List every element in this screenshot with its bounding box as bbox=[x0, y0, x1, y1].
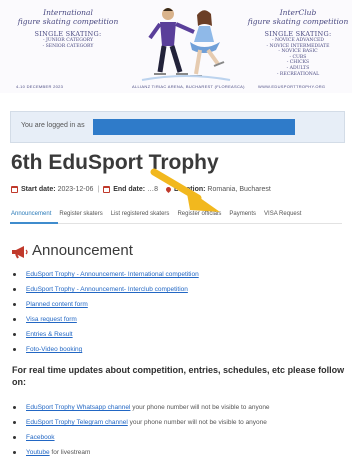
tab-announcement[interactable]: Announcement bbox=[11, 211, 51, 217]
list-item: Visa request form bbox=[12, 312, 199, 327]
list-item: Facebook bbox=[12, 430, 270, 445]
megaphone-icon bbox=[12, 246, 28, 259]
realtime-updates-heading: For real time updates about competition,… bbox=[12, 365, 345, 387]
tab-divider bbox=[10, 223, 342, 224]
list-item: EduSport Trophy Telegram channel your ph… bbox=[12, 415, 270, 430]
privacy-note: your phone number will not be visible to… bbox=[130, 404, 270, 411]
tab-visa-request[interactable]: VISA Request bbox=[264, 211, 301, 217]
social-links: EduSport Trophy Whatsapp channel your ph… bbox=[12, 400, 270, 460]
list-item: EduSport Trophy - Announcement- Internat… bbox=[12, 267, 199, 282]
banner-left-item: - SENIOR CATEGORY bbox=[42, 43, 94, 49]
banner-right-caps: SINGLE SKATING: bbox=[264, 30, 332, 38]
meta-separator: | bbox=[97, 186, 100, 193]
link-facebook[interactable]: Facebook bbox=[26, 434, 55, 441]
banner-left-caps: SINGLE SKATING: bbox=[34, 30, 102, 38]
link-telegram-channel[interactable]: EduSport Trophy Telegram channel bbox=[26, 419, 128, 426]
banner-venue: ALLIANZ TIRIAC ARENA, BUCHAREST (FLOREAS… bbox=[132, 84, 245, 89]
login-status-bar: You are logged in as bbox=[10, 111, 345, 143]
link-planned-content-form[interactable]: Planned content form bbox=[26, 301, 88, 308]
list-item: Entries & Result bbox=[12, 327, 199, 342]
link-foto-video-booking[interactable]: Foto-Video booking bbox=[26, 346, 82, 353]
link-announcement-interclub[interactable]: EduSport Trophy - Announcement- Interclu… bbox=[26, 286, 188, 293]
list-item: EduSport Trophy Whatsapp channel your ph… bbox=[12, 400, 270, 415]
banner-right-title: InterClub bbox=[279, 8, 317, 17]
announcement-links: EduSport Trophy - Announcement- Internat… bbox=[12, 267, 199, 357]
start-date-value: 2023-12-06 bbox=[57, 186, 94, 193]
event-meta: Start date: 2023-12-06 | End date: …8 Lo… bbox=[11, 185, 271, 194]
banner-right-subtitle: figure skating competition bbox=[247, 17, 349, 26]
banner-interclub-block: InterClub figure skating competition SIN… bbox=[246, 8, 350, 77]
redacted-username bbox=[93, 119, 295, 135]
tab-payments[interactable]: Payments bbox=[229, 211, 256, 217]
banner-international-block: International figure skating competition… bbox=[12, 8, 124, 49]
banner-dates: 4-10 DECEMBER 2023 bbox=[16, 84, 64, 89]
link-announcement-international[interactable]: EduSport Trophy - Announcement- Internat… bbox=[26, 271, 199, 278]
link-whatsapp-channel[interactable]: EduSport Trophy Whatsapp channel bbox=[26, 404, 130, 411]
list-item: EduSport Trophy - Announcement- Interclu… bbox=[12, 282, 199, 297]
skaters-illustration bbox=[141, 8, 231, 81]
active-tab-indicator bbox=[10, 222, 58, 224]
banner-left-subtitle: figure skating competition bbox=[17, 17, 119, 26]
link-visa-request-form[interactable]: Visa request form bbox=[26, 316, 77, 323]
link-entries-result[interactable]: Entries & Result bbox=[26, 331, 73, 338]
login-status-text: You are logged in as bbox=[21, 122, 85, 129]
banner-right-item: - RECREATIONAL bbox=[276, 71, 320, 77]
tab-register-skaters[interactable]: Register skaters bbox=[59, 211, 102, 217]
banner-website: WWW.EDUSPORTTROPHY.ORG bbox=[258, 84, 326, 89]
start-date-label: Start date: bbox=[21, 186, 56, 193]
list-item: Youtube for livestream bbox=[12, 445, 270, 460]
list-item: Foto-Video booking bbox=[12, 342, 199, 357]
highlight-arrow-icon bbox=[150, 168, 220, 212]
banner-left-title: International bbox=[43, 8, 93, 17]
calendar-icon bbox=[103, 186, 111, 193]
list-item: Planned content form bbox=[12, 297, 199, 312]
privacy-note: your phone number will not be visible to… bbox=[127, 419, 267, 426]
calendar-icon bbox=[11, 186, 18, 193]
event-banner: International figure skating competition… bbox=[0, 0, 352, 93]
announcement-heading: Announcement bbox=[32, 242, 133, 259]
end-date-label: End date: bbox=[113, 186, 146, 193]
